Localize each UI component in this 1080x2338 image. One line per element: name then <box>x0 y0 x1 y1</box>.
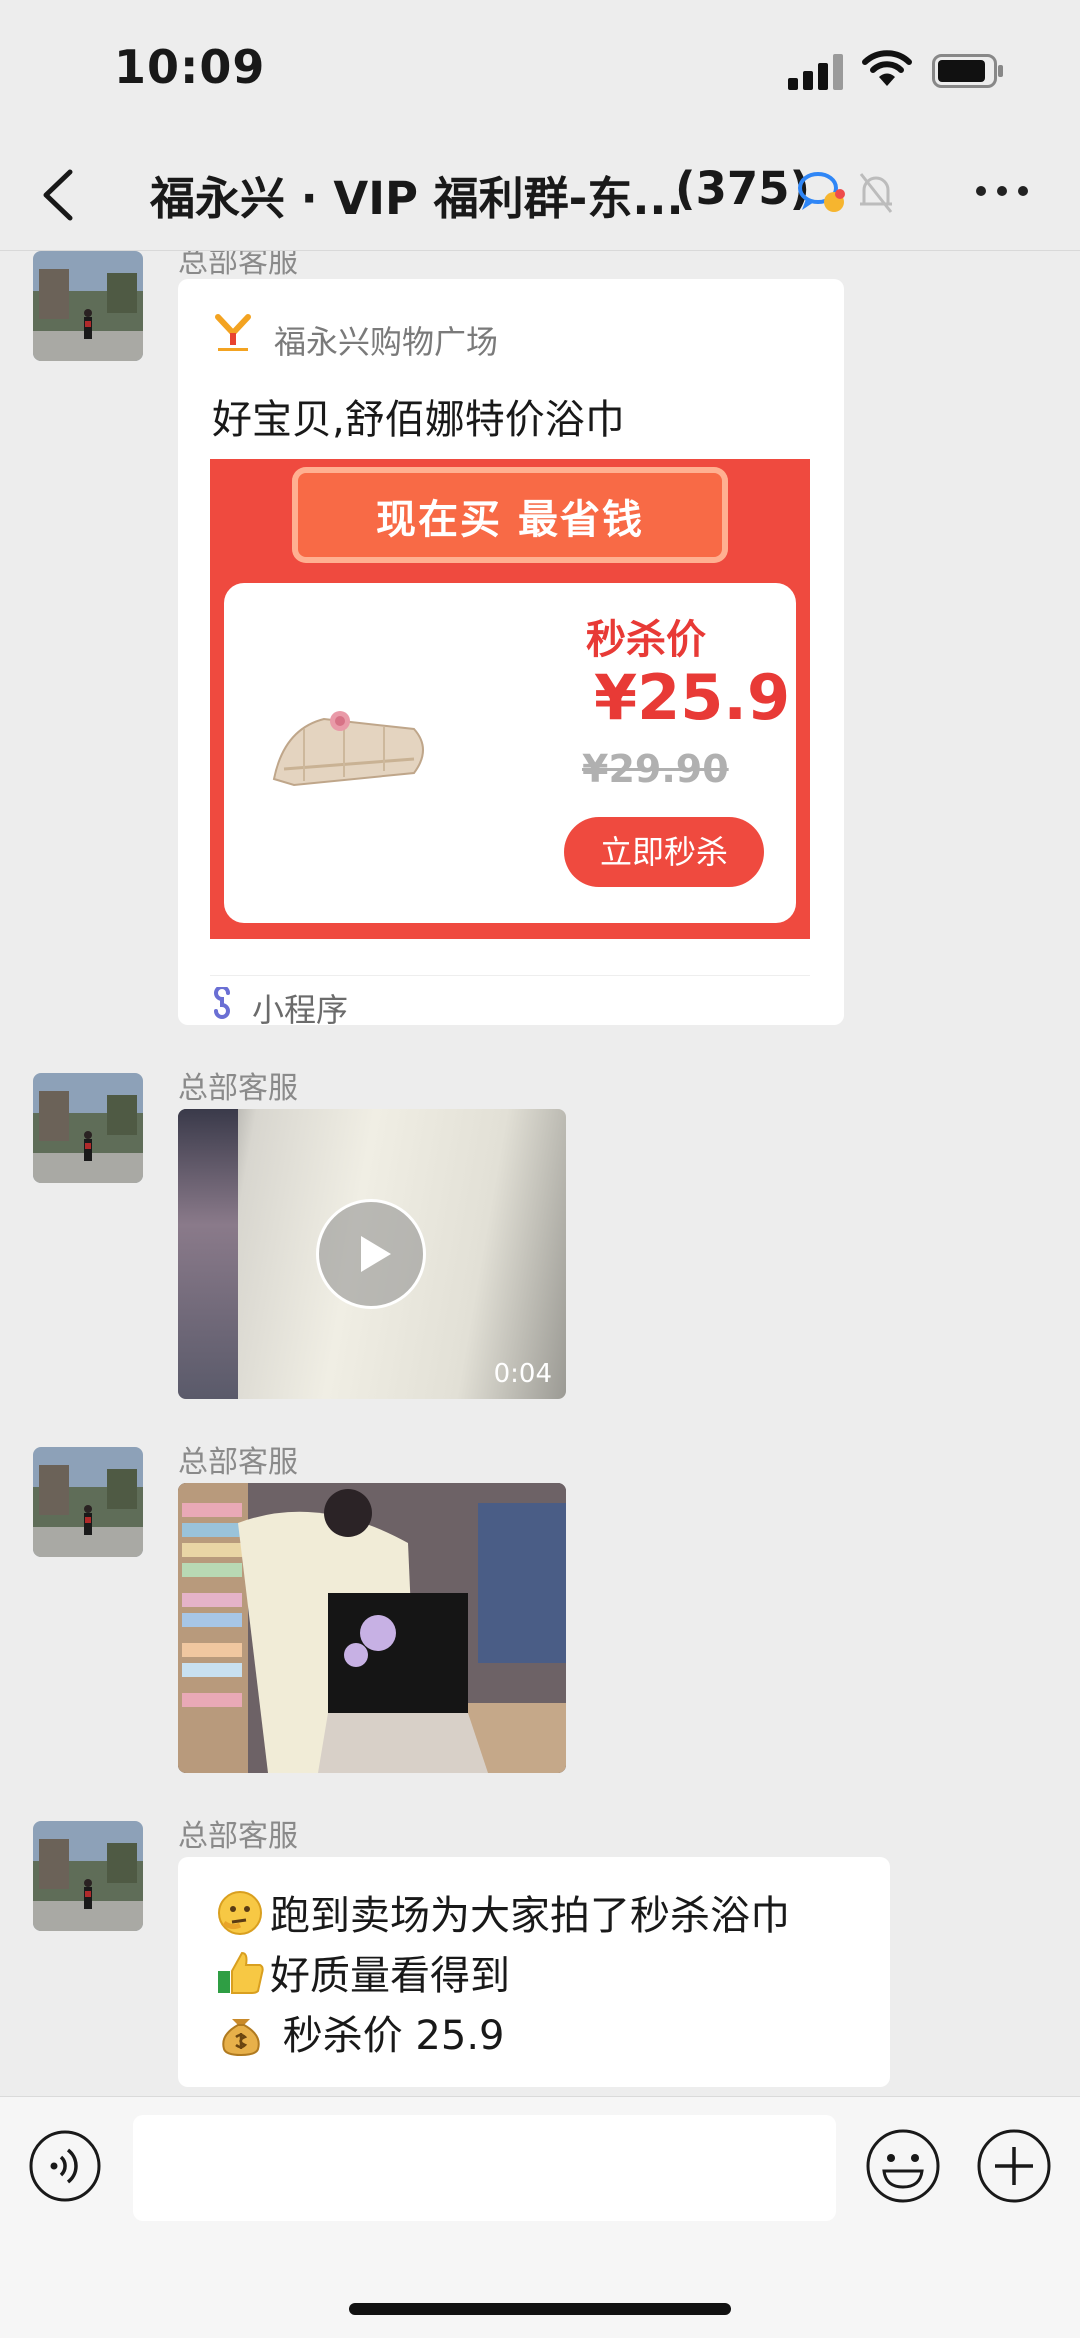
card-title: 好宝贝,舒佰娜特价浴巾 <box>212 397 625 443</box>
group-name: 福永兴 · VIP 福利群-东... <box>150 172 684 225</box>
battery-icon <box>932 54 1003 88</box>
avatar[interactable] <box>33 1447 143 1557</box>
mute-bell-icon <box>859 173 893 213</box>
avatar[interactable] <box>33 251 143 361</box>
promo-banner: 现在买 最省钱 <box>292 467 728 563</box>
voice-input-icon[interactable] <box>28 2129 102 2203</box>
home-indicator[interactable] <box>349 2303 731 2315</box>
more-actions-plus-icon[interactable] <box>975 2127 1053 2205</box>
video-message[interactable]: 0:04 <box>178 1109 566 1399</box>
mini-program-icon <box>214 987 230 1019</box>
play-icon[interactable] <box>316 1199 426 1309</box>
promo-banner-text: 现在买 最省钱 <box>376 497 644 543</box>
status-bar: 10:09 <box>0 0 1080 140</box>
seckill-buy-button: 立即秒杀 <box>564 817 764 887</box>
message-line-text: 秒杀价 25.9 <box>270 2013 505 2059</box>
member-count: (375) <box>675 162 811 215</box>
message-line: 好质量看得到 <box>214 1943 510 2001</box>
input-bar <box>0 2096 1080 2338</box>
message-line-text: 跑到卖场为大家拍了秒杀浴巾 <box>270 1893 790 1939</box>
bath-towel-image <box>272 711 424 787</box>
mini-program-card[interactable]: 福永兴购物广场 好宝贝,舒佰娜特价浴巾 现在买 最省钱 秒杀价 ¥25.9 ¥2… <box>178 279 844 1029</box>
message-line-text: 好质量看得到 <box>270 1953 510 1999</box>
group-chat-icon <box>798 172 845 212</box>
sender-name: 总部客服 <box>178 1445 298 1480</box>
back-chevron-icon[interactable] <box>38 168 78 222</box>
card-source-name: 福永兴购物广场 <box>274 323 499 361</box>
emoji-icon[interactable] <box>864 2127 942 2205</box>
chat-header: 福永兴 · VIP 福利群-东... (375) <box>0 140 1080 250</box>
message-input[interactable] <box>133 2115 836 2221</box>
seckill-label: 秒杀价 <box>586 617 706 663</box>
store-logo-icon <box>215 314 251 351</box>
text-message-bubble[interactable]: 跑到卖场为大家拍了秒杀浴巾 好质量看得到 秒杀价 25.9 <box>178 1857 890 2087</box>
product-promo-image: 现在买 最省钱 秒杀价 ¥25.9 ¥29.90 立即秒杀 <box>210 459 810 939</box>
wifi-icon <box>862 50 912 86</box>
original-price: ¥29.90 <box>582 747 729 791</box>
sender-name: 总部客服 <box>178 251 298 280</box>
money-bag-icon <box>222 2019 260 2057</box>
avatar[interactable] <box>33 1073 143 1183</box>
cellular-signal-icon <box>788 54 844 90</box>
seckill-price: ¥25.9 <box>594 661 791 734</box>
more-options-button[interactable] <box>976 186 1032 200</box>
photo-message[interactable] <box>178 1483 566 1773</box>
card-divider <box>210 975 810 976</box>
message-line: 秒杀价 25.9 <box>214 2003 505 2061</box>
avatar[interactable] <box>33 1821 143 1931</box>
mini-program-label: 小程序 <box>252 991 349 1029</box>
sender-name: 总部客服 <box>178 1071 298 1106</box>
thinking-face-icon <box>218 1891 262 1935</box>
chat-messages[interactable]: 总部客服 福永兴购物广场 好宝贝,舒佰娜特价浴巾 现在买 最省钱 秒杀价 ¥25… <box>0 251 1080 2096</box>
thumbs-up-icon <box>218 1951 264 1994</box>
message-line: 跑到卖场为大家拍了秒杀浴巾 <box>214 1883 790 1941</box>
sender-name: 总部客服 <box>178 1819 298 1854</box>
product-panel: 秒杀价 ¥25.9 ¥29.90 立即秒杀 <box>224 583 796 923</box>
video-duration: 0:04 <box>493 1359 552 1389</box>
status-time: 10:09 <box>114 40 266 94</box>
